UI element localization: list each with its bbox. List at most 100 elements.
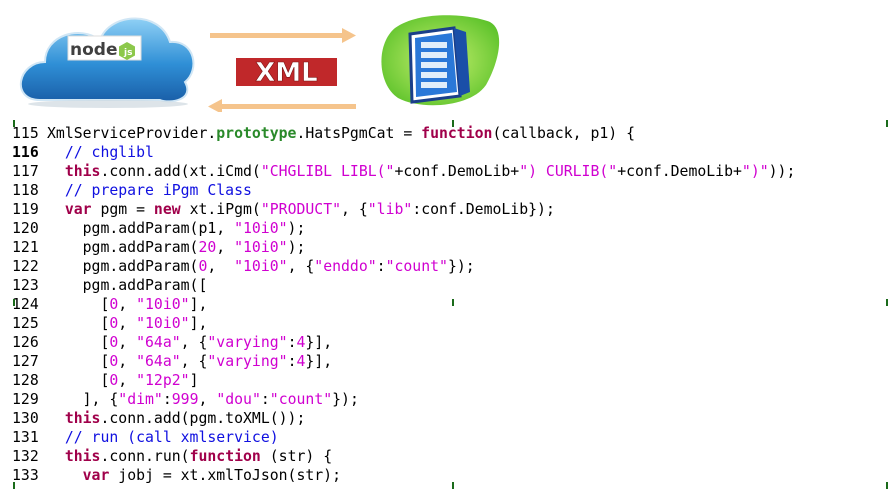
code-token: 0 <box>109 334 119 351</box>
line-number: 115 <box>12 125 39 142</box>
code-token: (callback, p1) { <box>492 125 635 142</box>
code-token: : <box>162 391 172 408</box>
margin-tick <box>13 299 15 306</box>
code-token: 0 <box>109 372 119 389</box>
node-logo-icon: node js <box>67 35 142 61</box>
code-token: , <box>118 334 137 351</box>
code-token: xt.iPgm( <box>180 201 261 218</box>
margin-tick <box>13 482 15 489</box>
line-number: 127 <box>12 353 39 370</box>
code-text: // chglibl <box>47 143 154 162</box>
code-text: pgm.addParam(p1, "10i0"); <box>47 219 306 238</box>
code-token: , <box>207 258 235 275</box>
code-token: ], <box>189 296 208 313</box>
line-number: 118 <box>12 182 39 199</box>
code-text: [0, "64a", {"varying":4}], <box>47 333 332 352</box>
code-token: : <box>287 334 297 351</box>
code-token: ")" <box>741 163 769 180</box>
code-token: "CHGLIBL LIBL(" <box>260 163 395 180</box>
code-token: "12p2" <box>136 372 190 389</box>
code-token: "64a" <box>136 334 181 351</box>
xml-label: XML <box>255 58 318 88</box>
code-token: }], <box>305 353 333 370</box>
architecture-diagram: node js XML <box>20 15 500 112</box>
code-token: )); <box>768 163 796 180</box>
code-token: .HatsPgmCat = <box>296 125 422 142</box>
code-token: this <box>64 163 101 180</box>
code-token: .conn.add(xt.iCmd( <box>100 163 261 180</box>
line-number: 133 <box>12 467 39 484</box>
code-token: pgm.addParam( <box>47 258 199 275</box>
code-token: , { <box>180 353 208 370</box>
margin-tick <box>886 482 888 489</box>
code-token: ], { <box>47 391 119 408</box>
server-icon <box>381 15 500 106</box>
code-token: "varying" <box>207 334 288 351</box>
code-token: : <box>376 258 386 275</box>
code-token: , { <box>287 258 315 275</box>
code-token: "64a" <box>136 353 181 370</box>
arrow-left-icon <box>208 99 356 112</box>
line-number: 128 <box>12 372 39 389</box>
xml-box: XML <box>236 58 337 88</box>
code-token: }], <box>305 334 333 351</box>
code-token: [ <box>47 315 110 332</box>
line-number: 122 <box>12 258 39 275</box>
code-token: +conf.DemoLib+ <box>617 163 742 180</box>
code-text: [0, "10i0"], <box>47 295 207 314</box>
code-text: ], {"dim":999, "dou":"count"}); <box>47 390 359 409</box>
code-token: 20 <box>198 239 217 256</box>
line-number: 123 <box>12 277 39 294</box>
code-token: : <box>287 353 297 370</box>
code-token: // chglibl <box>64 144 154 161</box>
code-text: [0, "12p2"] <box>47 371 198 390</box>
line-number: 124 <box>12 296 39 313</box>
margin-tick <box>452 120 454 127</box>
code-text: XmlServiceProvider.prototype.HatsPgmCat … <box>47 124 635 143</box>
code-token: "lib" <box>367 201 413 218</box>
code-token: 0 <box>109 353 119 370</box>
code-text: pgm.addParam(20, "10i0"); <box>47 238 306 257</box>
margin-tick <box>452 299 454 306</box>
margin-tick <box>886 120 888 127</box>
code-token: .conn.add(pgm.toXML()); <box>100 410 306 427</box>
code-token: 999 <box>171 391 199 408</box>
code-token: , <box>118 353 137 370</box>
code-token: XmlServiceProvider. <box>47 125 217 142</box>
code-token: "PRODUCT" <box>260 201 342 218</box>
code-token: , <box>118 372 137 389</box>
code-token: "enddo" <box>314 258 377 275</box>
line-number: 119 <box>12 201 39 218</box>
code-token: +conf.DemoLib+ <box>394 163 520 180</box>
code-token: (str) { <box>260 448 333 465</box>
code-token: "10i0" <box>136 315 190 332</box>
code-token: pgm = <box>91 201 154 218</box>
code-token: // run (call xmlservice) <box>64 429 279 446</box>
margin-tick <box>452 482 454 489</box>
code-token: [ <box>47 372 110 389</box>
code-token: ], <box>189 315 208 332</box>
line-number: 132 <box>12 448 39 465</box>
line-number: 129 <box>12 391 39 408</box>
line-number: 116 <box>12 144 39 161</box>
code-token: }); <box>332 391 359 408</box>
code-text: this.conn.run(function (str) { <box>47 447 332 466</box>
code-text: [0, "64a", {"varying":4}], <box>47 352 332 371</box>
code-token: }); <box>447 258 475 275</box>
line-number: 131 <box>12 429 39 446</box>
line-number: 121 <box>12 239 39 256</box>
code-token: "10i0" <box>234 258 288 275</box>
code-token: , <box>118 296 137 313</box>
code-token: , <box>118 315 137 332</box>
code-token: "10i0" <box>234 220 288 237</box>
code-token: .conn.run( <box>100 448 190 465</box>
node-logo-text: node <box>70 40 117 60</box>
code-token: : <box>260 391 270 408</box>
code-text: var pgm = new xt.iPgm("PRODUCT", {"lib":… <box>47 200 555 219</box>
